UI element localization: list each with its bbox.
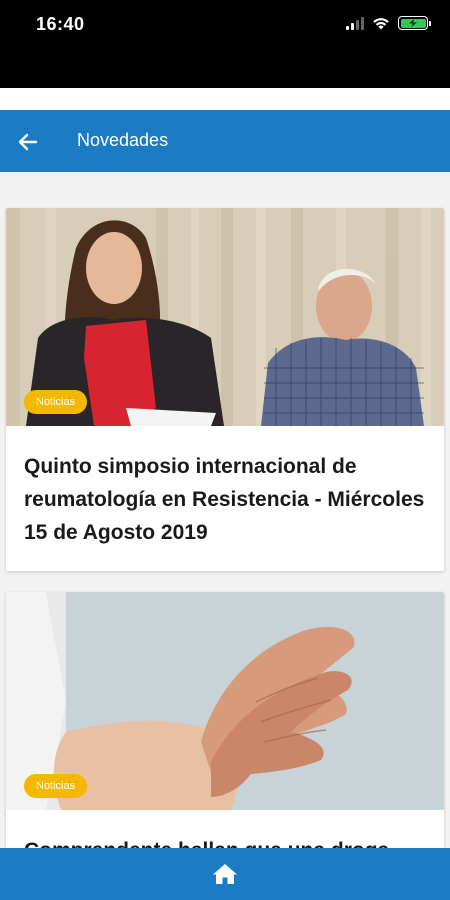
status-spacer xyxy=(0,88,450,110)
home-button[interactable] xyxy=(210,859,240,889)
app-bar: Novedades xyxy=(0,110,450,172)
news-feed[interactable]: Noticias Quinto simposio internacional d… xyxy=(0,172,450,848)
home-icon xyxy=(213,864,237,884)
battery-icon xyxy=(398,16,431,30)
news-card-image: Noticias xyxy=(6,592,444,810)
category-badge: Noticias xyxy=(24,774,88,798)
bottom-nav xyxy=(0,848,450,900)
charging-bolt-icon xyxy=(409,19,417,27)
arrow-left-icon xyxy=(18,133,38,151)
news-card[interactable]: Noticias Quinto simposio internacional d… xyxy=(6,208,444,571)
status-bar: 16:40 xyxy=(0,0,450,88)
news-title[interactable]: Comprendente hallan que una droga xyxy=(6,810,444,848)
status-icons xyxy=(346,16,431,30)
category-badge: Noticias xyxy=(24,390,88,414)
wifi-icon xyxy=(373,18,389,30)
back-button[interactable] xyxy=(14,128,42,156)
cellular-signal-icon xyxy=(346,16,364,30)
news-card[interactable]: Noticias Comprendente hallan que una dro… xyxy=(6,592,444,848)
news-title[interactable]: Quinto simposio internacional de reumato… xyxy=(6,426,444,571)
news-card-image: Noticias xyxy=(6,208,444,426)
status-time: 16:40 xyxy=(36,14,85,34)
page-title: Novedades xyxy=(77,130,169,150)
